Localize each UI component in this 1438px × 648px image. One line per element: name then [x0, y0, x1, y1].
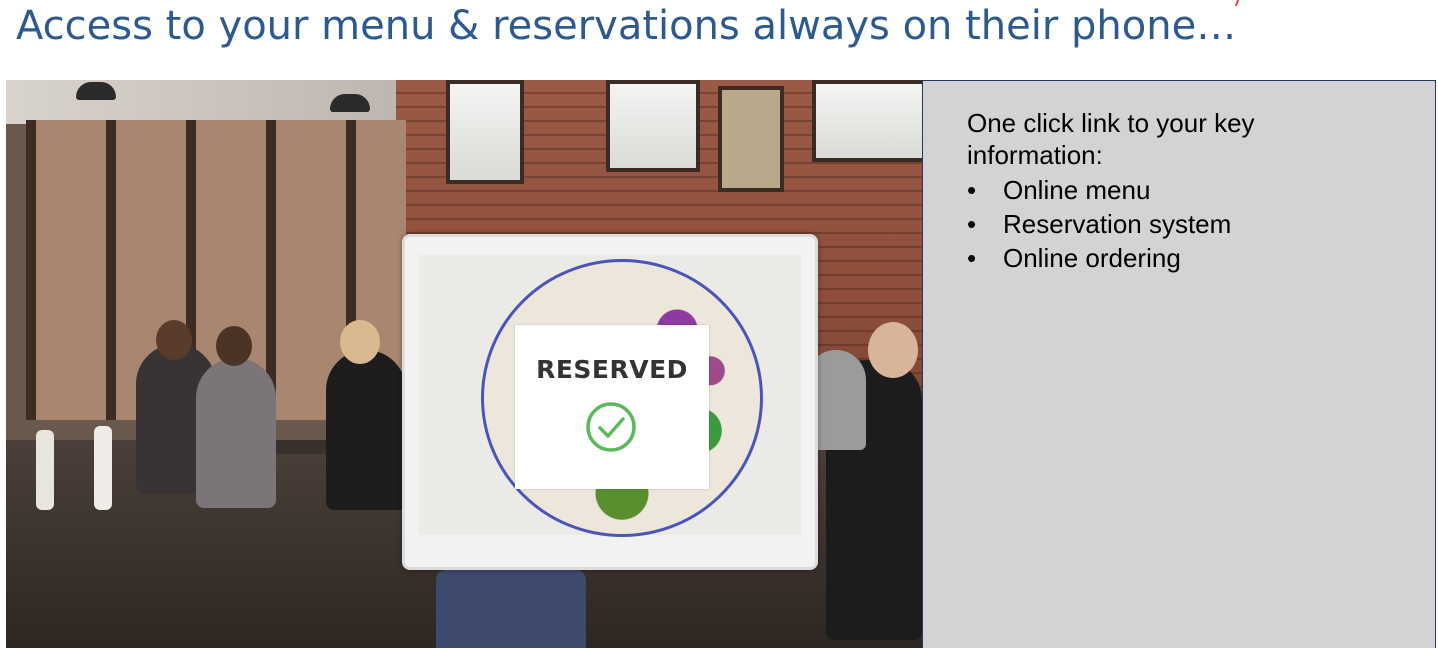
check-circle-icon — [586, 402, 636, 452]
photo-person-head — [156, 320, 192, 360]
photo-condiment-bottle — [94, 426, 112, 510]
photo-window — [606, 80, 700, 172]
list-item-label: Online menu — [1003, 175, 1151, 205]
pendant-lamp-icon — [330, 94, 370, 112]
panel-intro-text: One click link to your key information: — [967, 108, 1255, 170]
slide: Access to your menu & reservations alway… — [0, 0, 1438, 648]
photo-wall-painting — [718, 86, 784, 192]
list-item: • Online ordering — [967, 241, 1231, 275]
cafe-photo: RESERVED — [6, 80, 922, 648]
feature-list: • Online menu • Reservation system • Onl… — [967, 173, 1231, 275]
list-item: • Online menu — [967, 173, 1231, 207]
bullet-icon: • — [967, 243, 977, 273]
slide-title: Access to your menu & reservations alway… — [16, 3, 1237, 49]
bullet-icon: • — [967, 175, 977, 205]
photo-person — [196, 358, 276, 508]
red-accent-mark — [1230, 0, 1240, 6]
photo-window — [812, 80, 922, 162]
photo-person-head — [868, 322, 918, 378]
bullet-icon: • — [967, 209, 977, 239]
list-item-label: Reservation system — [1003, 209, 1232, 239]
photo-table — [6, 560, 186, 574]
photo-window — [446, 80, 524, 184]
pendant-lamp-icon — [76, 82, 116, 100]
photo-person-head — [216, 326, 252, 366]
tablet-screen: RESERVED — [419, 255, 801, 537]
photo-person-head — [340, 320, 380, 364]
tablet-overlay: RESERVED — [402, 234, 818, 570]
photo-person — [436, 570, 586, 648]
photo-person — [326, 350, 406, 510]
list-item-label: Online ordering — [1003, 243, 1181, 273]
photo-condiment-bottle — [36, 430, 54, 510]
list-item: • Reservation system — [967, 207, 1231, 241]
reserved-label: RESERVED — [536, 355, 688, 384]
info-panel: One click link to your key information: … — [922, 80, 1436, 648]
reserved-card: RESERVED — [515, 325, 709, 489]
